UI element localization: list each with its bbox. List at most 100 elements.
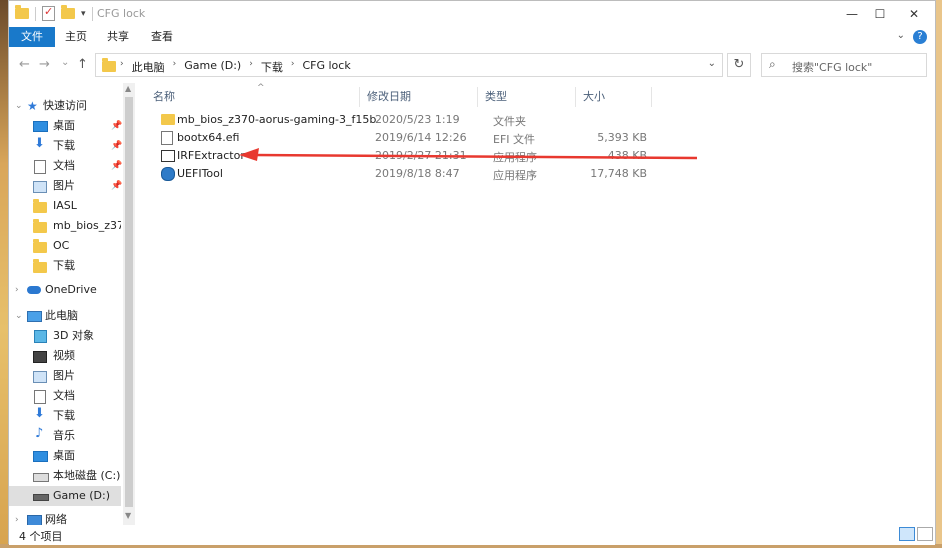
address-dropdown-chevron-icon[interactable]: ⌄: [708, 58, 716, 69]
refresh-button[interactable]: ↻: [727, 53, 751, 77]
folder-icon: [15, 5, 29, 19]
sidebar-item-label: 文档: [53, 159, 75, 172]
sidebar-item-iasl[interactable]: IASL: [33, 196, 121, 216]
breadcrumb-downloads[interactable]: 下载: [261, 59, 283, 75]
new-folder-icon[interactable]: [61, 5, 75, 19]
breadcrumb-this-pc[interactable]: 此电脑: [132, 59, 165, 75]
sidebar-item-oc[interactable]: OC: [33, 236, 121, 256]
sidebar-item-label: 下载: [53, 409, 75, 422]
breadcrumb-cfg-lock[interactable]: CFG lock: [302, 59, 350, 75]
large-icons-view-button[interactable]: [917, 527, 933, 541]
folder-icon: [33, 219, 47, 233]
tab-share[interactable]: 共享: [95, 27, 141, 47]
download-icon: ⬇: [34, 136, 45, 151]
sidebar-item-label: 图片: [53, 179, 75, 192]
sidebar-item-label: OC: [53, 239, 70, 252]
chevron-down-icon[interactable]: ⌄: [15, 306, 23, 326]
toolbar-divider: [91, 6, 93, 21]
toolbar-divider: [35, 6, 36, 21]
navigation-pane: ⌄ ★ 快速访问 桌面 📌 ⬇ 下载 📌 文档 📌 图片 📌 IASL mb_b…: [9, 83, 135, 526]
details-view-button[interactable]: [899, 527, 915, 541]
breadcrumb: › 此电脑 › Game (D:) › 下载 › CFG lock: [120, 59, 351, 75]
chevron-right-icon[interactable]: ›: [249, 59, 253, 75]
ribbon-tabs: 文件 主页 共享 查看 ⌄ ?: [9, 27, 935, 48]
chevron-down-icon[interactable]: ⌄: [15, 96, 23, 116]
up-button[interactable]: ↑: [77, 57, 88, 72]
address-row: ← → ⌄ ↑ › 此电脑 › Game (D:) › 下载 › CFG loc…: [9, 47, 935, 83]
pin-icon: 📌: [111, 121, 123, 131]
ribbon-expand-chevron-icon[interactable]: ⌄: [897, 30, 905, 41]
sidebar-item-pc-desktop[interactable]: 桌面: [33, 446, 121, 466]
arrow-shaft: [252, 153, 698, 160]
status-bar: 4 个项目: [9, 525, 935, 545]
scroll-down-icon[interactable]: ▼: [125, 511, 131, 520]
sidebar-item-label: 本地磁盘 (C:): [53, 469, 121, 482]
sidebar-item-mb-bios[interactable]: mb_bios_z370-: [33, 216, 121, 236]
sidebar-item-pictures[interactable]: 图片 📌: [33, 176, 123, 196]
video-icon: [33, 351, 47, 363]
download-icon: ⬇: [34, 406, 45, 421]
chevron-right-icon[interactable]: ›: [291, 59, 295, 75]
tab-file[interactable]: 文件: [9, 27, 55, 47]
sidebar-this-pc[interactable]: ⌄ 此电脑: [15, 306, 121, 326]
customize-toolbar-chevron-icon[interactable]: ▾: [81, 9, 86, 19]
desktop-icon: [33, 451, 48, 462]
scrollbar-thumb[interactable]: [125, 97, 133, 507]
tab-home[interactable]: 主页: [53, 27, 99, 47]
desktop-icon: [33, 121, 48, 132]
3d-objects-icon: [34, 330, 47, 343]
chevron-right-icon[interactable]: ›: [15, 280, 19, 300]
forward-button[interactable]: →: [39, 57, 50, 72]
sidebar-item-label: IASL: [53, 199, 77, 212]
sidebar-item-pc-downloads[interactable]: ⬇ 下载: [33, 406, 121, 426]
help-icon[interactable]: ?: [913, 30, 927, 44]
item-count: 4 个项目: [19, 530, 63, 543]
sidebar-item-local-disk-c[interactable]: 本地磁盘 (C:): [33, 466, 121, 486]
sidebar-scrollbar[interactable]: ▲ ▼: [123, 83, 135, 525]
sidebar-item-label: 3D 对象: [53, 329, 94, 342]
pin-icon: 📌: [111, 181, 123, 191]
explorer-window: ▾ CFG lock — ☐ ✕ 文件 主页 共享 查看 ⌄ ? ← → ⌄ ↑…: [8, 0, 937, 545]
sidebar-item-label: 桌面: [53, 449, 75, 462]
picture-icon: [33, 181, 47, 193]
chevron-right-icon[interactable]: ›: [173, 59, 177, 75]
sidebar-item-downloads[interactable]: ⬇ 下载 📌: [33, 136, 122, 156]
close-button[interactable]: ✕: [891, 1, 937, 27]
back-button[interactable]: ←: [19, 57, 30, 72]
search-placeholder: 搜索"CFG lock": [792, 61, 873, 74]
sidebar-item-3d-objects[interactable]: 3D 对象: [33, 326, 121, 346]
sidebar-item-label: 文档: [53, 389, 75, 402]
sidebar-item-game-d[interactable]: Game (D:): [9, 486, 121, 506]
music-icon: ♪: [35, 426, 44, 441]
sidebar-item-pc-pictures[interactable]: 图片: [33, 366, 121, 386]
file-list: 名称 ^ 修改日期 类型 大小 mb_bios_z370-aorus-gamin…: [135, 83, 935, 525]
sidebar-item-videos[interactable]: 视频: [33, 346, 121, 366]
cloud-icon: [27, 286, 41, 294]
folder-icon: [33, 239, 47, 253]
breadcrumb-game-drive[interactable]: Game (D:): [184, 59, 241, 75]
address-bar[interactable]: › 此电脑 › Game (D:) › 下载 › CFG lock ⌄: [95, 53, 723, 77]
sidebar-item-music[interactable]: ♪ 音乐: [33, 426, 121, 446]
folder-icon: [102, 58, 116, 72]
tab-view[interactable]: 查看: [139, 27, 185, 47]
sidebar-item-label: 音乐: [53, 429, 75, 442]
scroll-up-icon[interactable]: ▲: [125, 84, 131, 93]
folder-icon: [33, 259, 47, 273]
pin-icon: 📌: [111, 161, 123, 171]
sidebar-item-desktop[interactable]: 桌面 📌: [33, 116, 123, 136]
sidebar-item-label: OneDrive: [45, 283, 97, 296]
document-icon: [34, 160, 46, 174]
search-icon: ⌕: [769, 57, 776, 71]
window-title: CFG lock: [97, 7, 146, 20]
document-icon: [34, 390, 46, 404]
recent-locations-chevron-icon[interactable]: ⌄: [61, 57, 69, 68]
sidebar-item-label: 桌面: [53, 119, 75, 132]
properties-icon[interactable]: [42, 5, 55, 21]
folder-icon: [33, 199, 47, 213]
search-input[interactable]: ⌕ 搜索"CFG lock": [761, 53, 927, 77]
sidebar-item-downloads-folder[interactable]: 下载: [33, 256, 121, 276]
sidebar-item-documents[interactable]: 文档 📌: [33, 156, 123, 176]
chevron-right-icon[interactable]: ›: [120, 59, 124, 75]
sidebar-item-pc-documents[interactable]: 文档: [33, 386, 121, 406]
sidebar-onedrive[interactable]: › OneDrive: [15, 280, 121, 300]
